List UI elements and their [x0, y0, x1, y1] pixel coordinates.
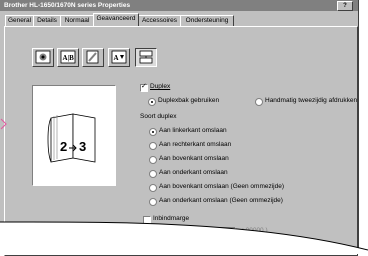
page-curve-overlay [0, 221, 368, 254]
tab-geavanceerd[interactable]: Geavanceerd [93, 13, 139, 26]
pointer-arrow-icon [0, 118, 7, 130]
